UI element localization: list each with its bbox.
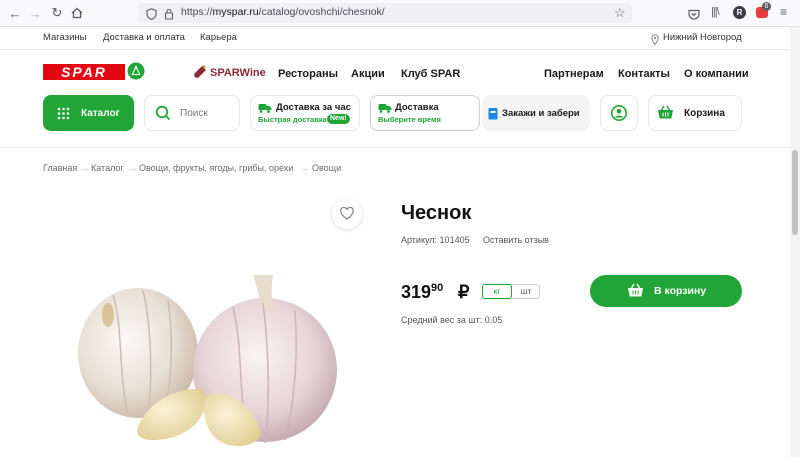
average-weight: Средний вес за шт: 0.05 xyxy=(401,315,503,325)
spar-logo-text: SPAR xyxy=(61,64,107,80)
breadcrumb-arrow-icon: → xyxy=(300,163,309,173)
breadcrumb-arrow-icon: → xyxy=(128,163,137,173)
link-delivery-payment[interactable]: Доставка и оплата xyxy=(103,32,185,43)
pickup-bag-icon xyxy=(488,106,498,125)
forward-icon[interactable]: → xyxy=(28,6,42,21)
product-title: Чеснок xyxy=(401,202,472,224)
search-placeholder: Поиск xyxy=(180,108,208,119)
catalog-label: Каталог xyxy=(81,108,120,119)
spar-tree-icon xyxy=(127,62,145,85)
new-badge: New! xyxy=(327,114,350,124)
grid-icon xyxy=(57,107,70,125)
link-stores[interactable]: Магазины xyxy=(43,32,86,43)
reload-icon[interactable]: ↻ xyxy=(50,5,64,20)
nav-partners[interactable]: Партнерам xyxy=(544,68,604,80)
choose-time-label: Выберите время xyxy=(378,115,441,124)
shield-icon[interactable] xyxy=(146,7,157,25)
breadcrumb-catalog[interactable]: Каталог xyxy=(91,163,124,173)
nav-sparwine[interactable]: SPARWine xyxy=(210,67,266,79)
url-text[interactable]: https://myspar.ru/catalog/ovoshchi/chesn… xyxy=(181,6,385,18)
menu-icon[interactable]: ≡ xyxy=(780,5,787,19)
city-selector[interactable]: Нижний Новгород xyxy=(663,32,742,43)
location-pin-icon xyxy=(651,32,659,50)
nav-contacts[interactable]: Контакты xyxy=(618,68,670,80)
url-path: /catalog/ovoshchi/chesnok/ xyxy=(258,6,385,18)
wine-bottle-icon xyxy=(193,64,207,84)
product-image xyxy=(43,195,363,462)
header-divider xyxy=(0,147,790,148)
product-article: Артикул: 101405 xyxy=(401,235,470,245)
scrollbar-thumb[interactable] xyxy=(792,150,798,235)
user-icon xyxy=(611,105,627,126)
cart-header-label: Корзина xyxy=(684,108,725,119)
nav-about[interactable]: О компании xyxy=(684,68,749,80)
add-to-cart-label: В корзину xyxy=(654,285,707,297)
breadcrumb-arrow-icon: → xyxy=(80,163,89,173)
library-icon[interactable]: |||\ xyxy=(711,6,720,18)
breadcrumb-category[interactable]: Овощи, фрукты, ягоды, грибы, орехи xyxy=(139,163,293,173)
order-pickup-label: Закажи и забери xyxy=(502,108,580,119)
price-currency: ₽ xyxy=(458,282,470,302)
url-host: myspar.ru xyxy=(212,6,259,18)
fast-delivery-label: Быстрая доставка xyxy=(258,115,327,124)
price-rubles: 319 xyxy=(401,282,432,302)
basket-icon xyxy=(627,283,644,303)
lock-icon[interactable] xyxy=(164,7,174,25)
back-icon[interactable]: ← xyxy=(8,6,22,21)
account-avatar[interactable]: R xyxy=(733,6,746,19)
breadcrumb-subcategory[interactable]: Овощи xyxy=(312,163,341,173)
heart-icon xyxy=(340,206,354,225)
nav-promotions[interactable]: Акции xyxy=(351,68,385,80)
pocket-icon[interactable] xyxy=(688,7,700,25)
url-prefix: https:// xyxy=(181,6,213,18)
delivery-label: Доставка xyxy=(395,102,439,113)
breadcrumb-home[interactable]: Главная xyxy=(43,163,77,173)
link-career[interactable]: Карьера xyxy=(200,32,237,43)
nav-club[interactable]: Клуб SPAR xyxy=(401,68,460,80)
basket-icon xyxy=(657,105,674,125)
unit-kg-option[interactable]: кг xyxy=(482,284,512,299)
unit-piece-option[interactable]: шт xyxy=(512,284,540,299)
home-icon[interactable] xyxy=(70,6,84,20)
express-delivery-label: Доставка за час xyxy=(276,102,351,113)
extension-badge: 6 xyxy=(762,2,771,11)
price-kopecks: 90 xyxy=(431,282,444,294)
nav-restaurants[interactable]: Рестораны xyxy=(278,68,338,80)
search-icon xyxy=(155,105,171,126)
leave-review-link[interactable]: Оставить отзыв xyxy=(483,235,549,245)
page-scrollbar[interactable] xyxy=(790,27,800,457)
bookmark-star-icon[interactable]: ☆ xyxy=(614,5,626,21)
